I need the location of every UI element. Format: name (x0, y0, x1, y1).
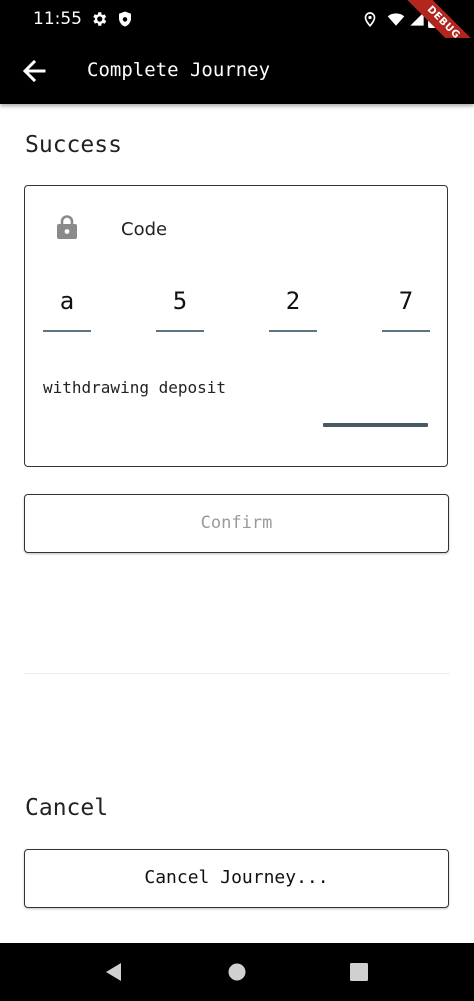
back-arrow-icon[interactable] (16, 53, 52, 89)
lock-icon (57, 215, 77, 239)
digit-underline (43, 330, 91, 332)
digit-underline (156, 330, 204, 332)
shield-icon (119, 11, 131, 27)
digit-underline (382, 330, 430, 332)
nav-home-icon[interactable] (226, 961, 248, 983)
nav-back-icon[interactable] (103, 961, 125, 983)
cancel-section-title: Cancel (25, 795, 109, 821)
status-time: 11:55 (33, 9, 82, 29)
system-nav-bar (0, 943, 474, 1001)
confirm-button[interactable]: Confirm (24, 494, 449, 553)
deposit-status-text: withdrawing deposit (43, 378, 227, 397)
code-digit-input-2[interactable]: 5 (156, 286, 204, 332)
gear-icon (93, 12, 107, 26)
code-digit-value: 7 (398, 287, 414, 315)
status-bar: 11:55 DEBUG (0, 0, 474, 38)
section-divider (24, 673, 450, 674)
wifi-icon (387, 13, 405, 26)
code-digit-value: 5 (172, 287, 188, 315)
digit-underline (269, 330, 317, 332)
location-icon (364, 12, 376, 27)
code-label: Code (121, 219, 168, 240)
success-section-title: Success (25, 132, 122, 158)
code-digit-input-4[interactable]: 7 (382, 286, 430, 332)
nav-recents-icon[interactable] (348, 961, 370, 983)
debug-banner: DEBUG (394, 0, 474, 38)
code-digit-input-1[interactable]: a (43, 286, 91, 332)
code-card: Code a 5 2 7 withdrawing deposit (24, 185, 448, 467)
app-bar: Complete Journey (0, 38, 474, 104)
code-digit-value: 2 (285, 287, 301, 315)
deposit-progress-bar (323, 423, 428, 427)
code-digit-value: a (59, 287, 75, 315)
code-digit-input-3[interactable]: 2 (269, 286, 317, 332)
cancel-journey-button[interactable]: Cancel Journey... (24, 849, 449, 908)
page-title: Complete Journey (87, 59, 271, 81)
